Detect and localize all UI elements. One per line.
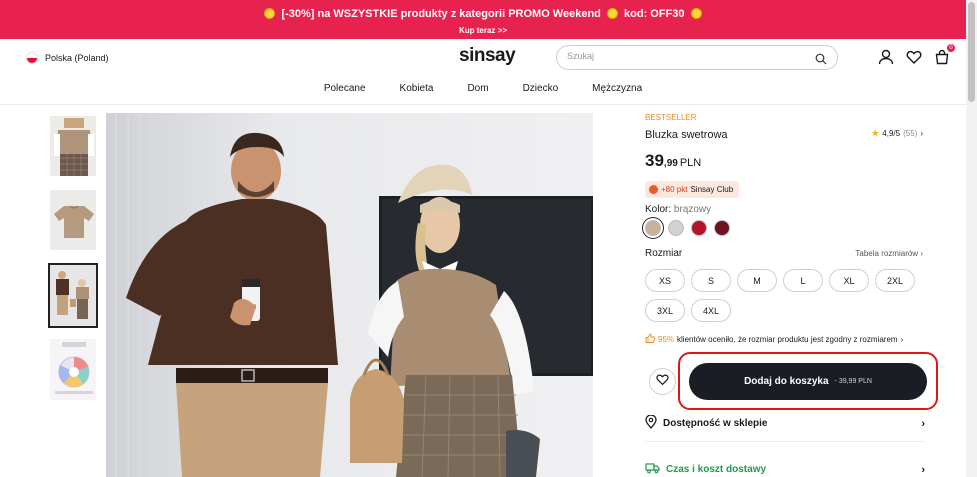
promo-cta-link[interactable]: Kup teraz >> [0,26,966,35]
chevron-right-icon: › [921,463,925,476]
color-swatches [645,220,730,236]
store-availability-row[interactable]: Dostępność w sklepie › [645,414,925,432]
page-scrollbar[interactable] [966,0,977,477]
wishlist-heart-icon[interactable] [906,49,922,65]
chevron-right-icon: › [920,249,923,258]
account-icon[interactable] [878,49,894,65]
chevron-right-icon: › [921,417,925,430]
swatch-red[interactable] [691,220,707,236]
color-value: brązowy [673,204,712,215]
coin-icon [649,185,658,194]
search-box[interactable] [556,45,838,70]
nav-item-polecane[interactable]: Polecane [324,83,366,94]
swatch-burgundy[interactable] [714,220,730,236]
add-to-cart-label: Dodaj do koszyka [744,376,829,387]
nav-item-mezczyzna[interactable]: Mężczyzna [592,83,642,94]
product-title: Bluzka swetrowa [645,129,728,141]
rating-value: 4,9/5 [882,129,901,138]
price-currency: PLN [679,157,702,169]
club-name: Sinsay Club [690,185,734,194]
fit-percent: 95% [658,334,675,344]
product-rating[interactable]: ★ 4,9/5 (55) › [871,128,923,139]
nav-item-dziecko[interactable]: Dziecko [523,83,559,94]
rating-count: (55) [903,129,918,138]
scrollbar-thumb[interactable] [968,2,975,102]
sinsay-club-badge[interactable]: +80 pkt Sinsay Club [645,181,740,198]
fit-text: klientów oceniło, że rozmiar produktu je… [677,334,898,344]
size-options: XS S M L XL 2XL 3XL 4XL [645,269,935,322]
size-guide-label: Tabela rozmiarów [855,249,919,258]
availability-label: Dostępność w sklepie [663,418,768,429]
price-cents: ,99 [663,158,678,169]
price-main: 39 [645,151,664,170]
search-input[interactable] [567,51,807,61]
promo-text: [-30%] na WSZYSTKIE produkty z kategorii… [281,8,601,20]
swatch-brown-selected[interactable] [645,220,661,236]
size-option-3xl[interactable]: 3XL [645,299,685,322]
size-option-xl[interactable]: XL [829,269,869,292]
site-logo[interactable]: sinsay [459,45,516,67]
add-to-cart-highlight: Dodaj do koszyka - 39,99 PLN [678,352,938,410]
product-page: [-30%] na WSZYSTKIE produkty z kategorii… [0,0,977,477]
cart-count-badge: 0 [947,44,955,52]
header-actions: 0 [878,44,955,65]
star-icon: ★ [871,128,880,138]
chevron-right-icon: › [900,334,904,344]
chevron-right-icon: › [920,129,923,138]
thumbs-up-icon [645,333,656,345]
add-to-cart-price: - 39,99 PLN [834,378,872,385]
size-option-s[interactable]: S [691,269,731,292]
size-option-xs[interactable]: XS [645,269,685,292]
search-icon[interactable] [815,52,827,70]
delivery-truck-icon [645,462,660,477]
delivery-info-row[interactable]: Czas i koszt dostawy › [645,462,925,477]
country-label: Polska (Poland) [45,53,109,63]
heart-icon [656,373,669,391]
color-label: Kolor: brązowy [645,204,711,215]
delivery-label: Czas i koszt dostawy [666,464,767,475]
thumbnail-4-infographic[interactable] [49,338,97,401]
add-to-cart-button[interactable]: Dodaj do koszyka - 39,99 PLN [689,363,927,400]
poland-flag-icon [26,52,38,64]
size-fit-info[interactable]: 95% klientów oceniło, że rozmiar produkt… [645,333,903,345]
promo-banner[interactable]: [-30%] na WSZYSTKIE produkty z kategorii… [0,0,966,39]
promo-code: kod: OFF30 [624,8,685,20]
main-nav: Polecane Kobieta Dom Dziecko Mężczyzna [0,83,966,94]
country-selector[interactable]: Polska (Poland) [26,52,109,64]
heart-emoji-icon [264,8,276,19]
cart-icon[interactable]: 0 [934,44,955,65]
thumbnail-3-selected[interactable] [48,263,98,328]
size-option-4xl[interactable]: 4XL [691,299,731,322]
nav-item-dom[interactable]: Dom [467,83,488,94]
promo-text-line: [-30%] na WSZYSTKIE produkty z kategorii… [0,8,966,20]
site-header: Polska (Poland) sinsay 0 Polecane Kobiet… [0,39,966,105]
color-label-text: Kolor: [645,204,672,215]
thumbnail-1[interactable] [49,115,97,177]
swatch-grey[interactable] [668,220,684,236]
product-price: 39,99 PLN [645,151,701,171]
location-pin-icon [645,414,657,432]
sunglasses-emoji-icon [606,8,618,19]
heart-emoji-icon [690,8,702,19]
size-label: Rozmiar [645,248,683,259]
size-option-m[interactable]: M [737,269,777,292]
size-option-l[interactable]: L [783,269,823,292]
thumbnail-2[interactable] [49,189,97,251]
size-option-2xl[interactable]: 2XL [875,269,915,292]
main-product-image[interactable]: LPB [106,113,593,477]
add-to-wishlist-button[interactable] [649,368,676,395]
bestseller-badge: BESTSELLER [645,113,697,122]
size-guide-link[interactable]: Tabela rozmiarów › [855,249,923,258]
section-divider [645,441,925,442]
nav-item-kobieta[interactable]: Kobieta [400,83,434,94]
club-points: +80 pkt [661,185,688,194]
